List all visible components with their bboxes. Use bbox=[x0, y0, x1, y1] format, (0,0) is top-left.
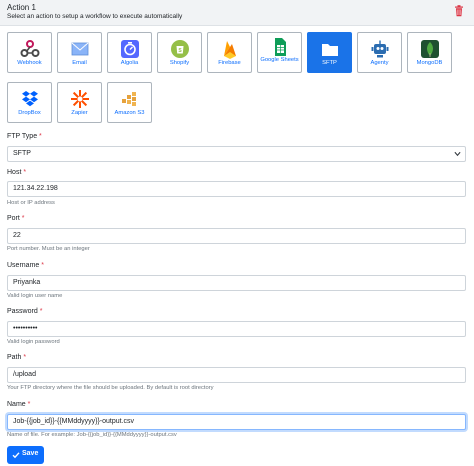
action-label: Email bbox=[72, 60, 87, 66]
action-tile-mongodb[interactable]: MongoDB bbox=[407, 32, 452, 73]
email-icon bbox=[71, 42, 88, 56]
required-marker: * bbox=[23, 354, 27, 361]
action-tile-webhook[interactable]: Webhook bbox=[7, 32, 52, 73]
robot-icon bbox=[371, 40, 388, 58]
path-help: Your FTP directory where the file should… bbox=[7, 385, 214, 391]
action-tile-firebase[interactable]: Firebase bbox=[207, 32, 252, 73]
action-label: Zapier bbox=[71, 110, 88, 116]
required-marker: * bbox=[41, 262, 44, 269]
action-tile-sftp[interactable]: SFTP bbox=[307, 32, 352, 73]
username-help: Valid login user name bbox=[7, 293, 63, 299]
host-label: Host * bbox=[7, 169, 27, 176]
required-marker: * bbox=[21, 215, 25, 222]
algolia-icon bbox=[120, 40, 139, 58]
action-title: Action 1 bbox=[7, 3, 36, 12]
zapier-icon bbox=[70, 90, 89, 108]
password-input[interactable]: •••••••••• bbox=[7, 321, 466, 337]
action-label: SFTP bbox=[322, 60, 337, 66]
required-marker: * bbox=[39, 308, 43, 315]
google-sheets-icon bbox=[274, 38, 286, 56]
action-tile-google-sheets[interactable]: Google Sheets bbox=[257, 32, 302, 73]
shopify-icon: S bbox=[170, 40, 189, 58]
action-label: Agenty bbox=[370, 60, 389, 66]
name-label: Name * bbox=[7, 401, 31, 408]
host-help: Host or IP address bbox=[7, 200, 55, 206]
name-help: Name of file. For example: Job-{{job_id}… bbox=[7, 432, 177, 438]
folder-icon bbox=[321, 44, 338, 56]
action-label: DropBox bbox=[18, 110, 41, 116]
port-help: Port number. Must be an integer bbox=[7, 246, 90, 252]
required-marker: * bbox=[39, 133, 42, 140]
action-header: Action 1 Select an action to setup a wor… bbox=[0, 0, 474, 26]
action-tile-amazon-s3[interactable]: Amazon S3 bbox=[107, 82, 152, 123]
mongodb-icon bbox=[420, 40, 439, 58]
action-label: MongoDB bbox=[416, 60, 443, 66]
action-label: Google Sheets bbox=[260, 57, 299, 63]
path-input[interactable]: /upload bbox=[7, 367, 466, 383]
save-button-label: Save bbox=[22, 450, 39, 457]
action-tile-email[interactable]: Email bbox=[57, 32, 102, 73]
action-subtitle: Select an action to setup a workflow to … bbox=[7, 13, 183, 20]
action-label: Algolia bbox=[120, 60, 139, 66]
action-tile-algolia[interactable]: Algolia bbox=[107, 32, 152, 73]
required-marker: * bbox=[27, 401, 31, 408]
port-input[interactable]: 22 bbox=[7, 228, 466, 244]
amazon-s3-icon bbox=[121, 92, 136, 106]
username-label: Username * bbox=[7, 262, 44, 269]
save-button[interactable]: Save bbox=[7, 446, 44, 464]
username-input[interactable]: Priyanka bbox=[7, 275, 466, 291]
action-label: Webhook bbox=[17, 60, 42, 66]
password-help: Valid login password bbox=[7, 339, 60, 345]
dropbox-icon bbox=[21, 91, 38, 107]
check-icon bbox=[12, 452, 20, 459]
webhook-icon bbox=[20, 40, 39, 57]
action-tile-dropbox[interactable]: DropBox bbox=[7, 82, 52, 123]
port-label: Port * bbox=[7, 215, 25, 222]
action-tile-shopify[interactable]: S Shopify bbox=[157, 32, 202, 73]
name-input[interactable]: Job-{{job_id}}-{{MMddyyyy}}-output.csv bbox=[7, 414, 466, 430]
ftp-type-select[interactable]: SFTP bbox=[7, 146, 466, 162]
trash-icon[interactable] bbox=[454, 5, 464, 17]
required-marker: * bbox=[23, 169, 27, 176]
action-tile-agenty[interactable]: Agenty bbox=[357, 32, 402, 73]
password-label: Password * bbox=[7, 308, 43, 315]
path-label: Path * bbox=[7, 354, 27, 361]
action-label: Amazon S3 bbox=[114, 110, 145, 116]
chevron-down-icon bbox=[454, 151, 461, 157]
ftp-type-label: FTP Type * bbox=[7, 133, 42, 140]
action-tile-zapier[interactable]: Zapier bbox=[57, 82, 102, 123]
host-input[interactable]: 121.34.22.198 bbox=[7, 181, 466, 197]
action-label: Firebase bbox=[218, 60, 241, 66]
firebase-icon bbox=[223, 41, 236, 59]
action-label: Shopify bbox=[169, 60, 190, 66]
